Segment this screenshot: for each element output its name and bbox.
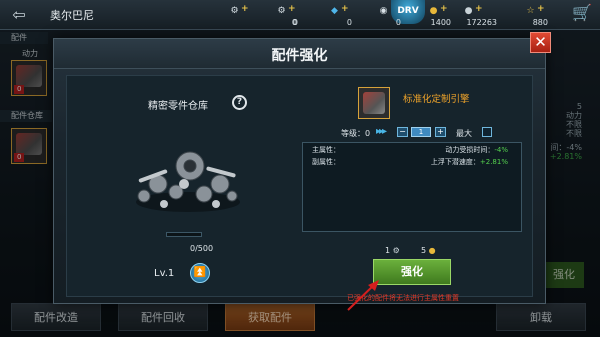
enhance-dialog: 配件强化 精密零件仓库 ? 0/500 Lv.1 ⏫ 标准化定制引擎 等级：0 [53, 38, 546, 304]
level-arrows-icon: ▸▸▸ [376, 126, 387, 137]
resource-value: 0 [346, 18, 352, 27]
resource-value: 0 [291, 18, 297, 27]
gold-coin-icon: ● [429, 6, 438, 16]
parts-pile-image [136, 151, 240, 212]
max-checkbox[interactable] [482, 127, 492, 137]
level-minus-button[interactable]: − [397, 127, 408, 137]
resource-value: 0 [395, 18, 401, 27]
gear-part-icon: ⚙ [392, 246, 400, 255]
part-name: 标准化定制引擎 [403, 94, 470, 105]
shopping-cart-icon[interactable]: 🛒 [570, 3, 594, 25]
resource-blue-gem[interactable]: ◆ + 0 [328, 4, 352, 28]
main-attr-value: 动力受损时间：-4% [445, 146, 508, 154]
red-arrow-icon [347, 280, 379, 311]
star-icon: ☆ [526, 6, 535, 16]
gear-part-icon: ⚙ [230, 6, 239, 16]
warehouse-title: 精密零件仓库 [148, 101, 208, 112]
level-up-icon[interactable]: ⏫ [190, 263, 210, 283]
level-plus-button[interactable]: + [435, 127, 446, 137]
dialog-header: 配件强化 [54, 39, 545, 69]
cost-parts: 1 ⚙ [385, 246, 400, 255]
resource-value: 880 [532, 18, 548, 27]
resource-value: 1400 [430, 18, 451, 27]
capacity-text: 0/500 [190, 244, 214, 253]
resource-value: 172263 [466, 18, 497, 27]
blue-gem-icon: ◆ [331, 6, 338, 16]
resource-gold-coin[interactable]: ● + 1400 [427, 4, 451, 28]
cog-icon: ⚙ [277, 6, 286, 16]
cost-coins-value: 5 [421, 246, 427, 255]
attributes-panel [302, 142, 522, 232]
plus-icon: + [440, 4, 448, 14]
plus-icon: + [288, 4, 296, 14]
resource-silver-coin[interactable]: ● + 172263 [462, 4, 497, 28]
sub-attr-label: 副属性： [312, 158, 340, 166]
resource-star[interactable]: ☆ + 880 [524, 4, 548, 28]
cost-coins: 5 ● [421, 246, 436, 255]
close-icon[interactable]: ✕ [530, 32, 551, 53]
engine-icon [363, 92, 385, 114]
level-input[interactable]: 1 [411, 127, 431, 137]
cost-parts-value: 1 [385, 246, 391, 255]
part-icon [358, 87, 390, 119]
gold-coin-icon: ● [428, 246, 436, 255]
level-label: 等级：0 [341, 129, 371, 138]
silver-coin-icon: ● [464, 6, 473, 16]
back-arrow-icon[interactable]: ⇦ [8, 5, 30, 24]
tire-icon: ◉ [379, 6, 388, 16]
resource-tire[interactable]: ◉ 0 [377, 4, 401, 28]
main-attr-label: 主属性： [312, 146, 340, 154]
max-label: 最大 [456, 129, 472, 138]
dialog-title: 配件强化 [271, 48, 328, 64]
plus-icon: + [537, 4, 545, 14]
player-name: 奥尔巴尼 [50, 8, 94, 22]
warehouse-level: Lv.1 [154, 268, 175, 279]
plus-icon: + [341, 4, 349, 14]
sub-attr-value: 上浮下潜速度：+2.81% [430, 158, 508, 166]
help-icon[interactable]: ? [232, 95, 247, 110]
top-bar: ⇦ 奥尔巴尼 [0, 0, 600, 30]
resource-cog[interactable]: ⚙ + 0 [275, 4, 297, 28]
capacity-progress-bar [166, 232, 202, 237]
plus-icon: + [241, 4, 249, 14]
plus-icon: + [475, 4, 483, 14]
